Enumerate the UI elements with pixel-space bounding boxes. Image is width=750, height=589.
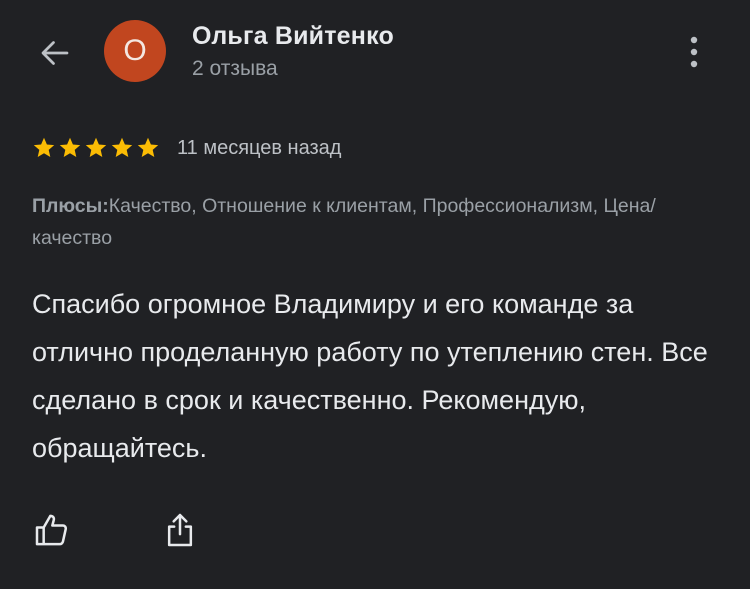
star-icon — [85, 137, 107, 157]
share-icon — [167, 513, 193, 547]
pros-label: Плюсы: — [32, 195, 109, 217]
avatar-letter: О — [123, 34, 147, 67]
review-count: 2 отзыва — [192, 57, 278, 80]
thumbs-up-icon — [35, 514, 68, 546]
review-actions — [30, 508, 202, 552]
more-vertical-icon — [690, 36, 698, 68]
pros-text: Качество, Отношение к клиентам, Професси… — [32, 195, 656, 249]
like-button[interactable] — [30, 508, 74, 552]
review-text: Спасибо огромное Владимиру и его команде… — [32, 289, 708, 463]
back-button[interactable] — [30, 28, 80, 78]
share-button[interactable] — [158, 508, 202, 552]
review-pros: Плюсы:Качество, Отношение к клиентам, Пр… — [32, 190, 722, 254]
star-rating — [32, 136, 160, 160]
star-icon — [111, 137, 133, 157]
avatar[interactable]: О — [104, 20, 166, 82]
rating-row: 11 месяцев назад — [32, 133, 341, 163]
review-header: О Ольга Вийтенко 2 отзыва — [0, 0, 750, 110]
star-icon — [137, 137, 159, 157]
arrow-left-icon — [41, 41, 69, 65]
review-date: 11 месяцев назад — [177, 136, 342, 159]
more-options-button[interactable] — [672, 30, 716, 74]
star-icon — [59, 137, 81, 157]
user-name[interactable]: Ольга Вийтенко — [192, 22, 394, 51]
star-icon — [33, 137, 55, 157]
